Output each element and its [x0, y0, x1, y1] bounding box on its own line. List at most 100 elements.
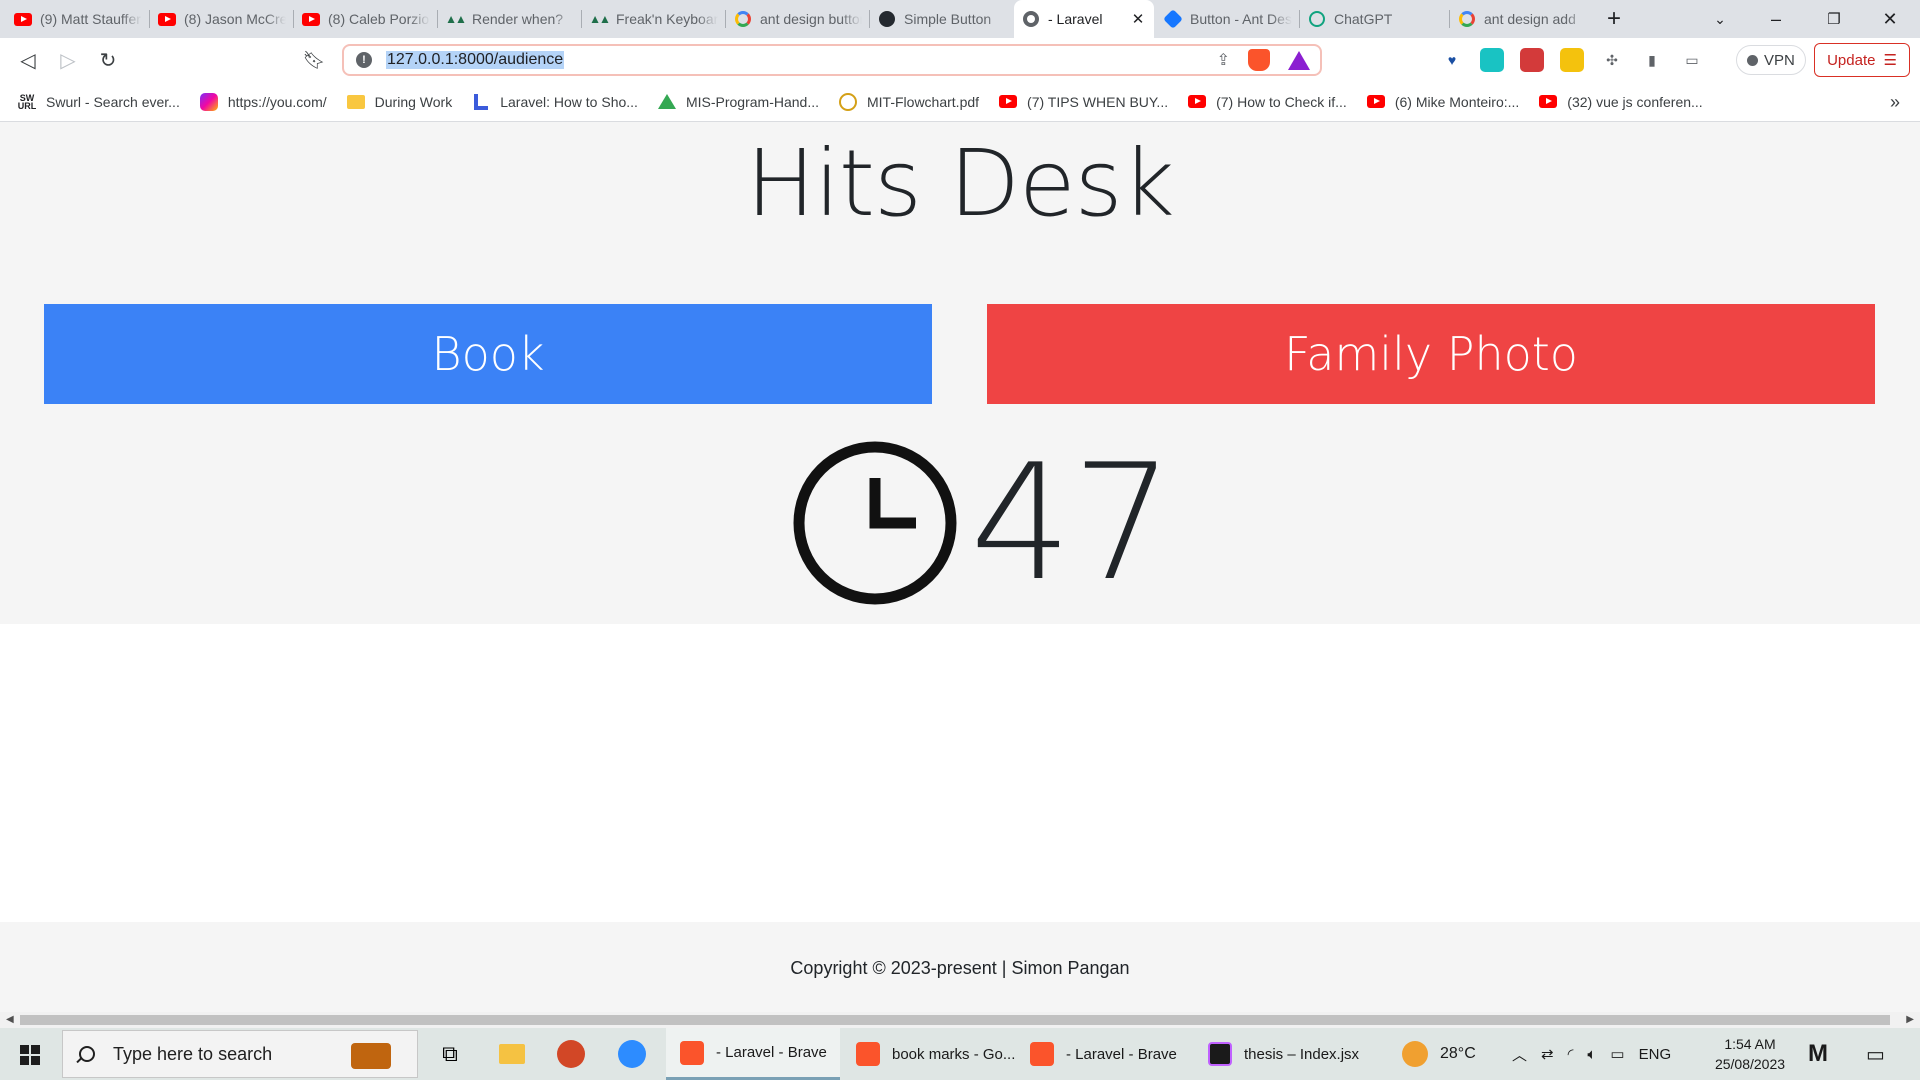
tab-title: (8) Caleb Porzio — [328, 11, 430, 27]
tab-ant-design-button[interactable]: ant design button — [726, 0, 870, 38]
tab-caleb-porzio[interactable]: (8) Caleb Porzio — [294, 0, 438, 38]
forward-arrow-icon[interactable]: ▷ — [54, 46, 82, 74]
sidebar-icon[interactable]: ▮ — [1640, 48, 1664, 72]
tab-ant-design-add[interactable]: ant design add — [1450, 0, 1594, 38]
minimize-window-button[interactable]: – — [1756, 0, 1796, 38]
scrollbar-thumb[interactable] — [20, 1015, 1890, 1025]
app-m-icon[interactable]: M — [1808, 1028, 1828, 1080]
brave-icon — [1030, 1042, 1054, 1066]
taskbar-app-bookmarks-brave[interactable]: book marks - Go... — [842, 1028, 1016, 1080]
puzzle-extensions-icon[interactable]: ✣ — [1600, 48, 1624, 72]
tab-laravel[interactable]: - Laravel ✕ — [1014, 0, 1154, 38]
tab-chatgpt[interactable]: ChatGPT — [1300, 0, 1450, 38]
heart-extension-icon[interactable]: ♥ — [1440, 48, 1464, 72]
drive-icon — [657, 93, 676, 111]
taskbar-app-laravel-brave[interactable]: - Laravel - Brave — [666, 1028, 840, 1080]
language-indicator[interactable]: ENG — [1639, 1046, 1672, 1063]
tab-jason-mccreary[interactable]: (8) Jason McCreary — [150, 0, 294, 38]
bookmark-tips-when-buying[interactable]: (7) TIPS WHEN BUY... — [999, 93, 1168, 111]
google-icon — [734, 10, 752, 28]
tab-search-chevron-icon[interactable]: ⌄ — [1700, 0, 1740, 38]
wallet-icon[interactable]: ▭ — [1680, 48, 1704, 72]
share-icon[interactable]: ⇪ — [1217, 50, 1230, 70]
close-window-button[interactable]: ✕ — [1870, 0, 1910, 38]
bookmark-vue-js-conference[interactable]: (32) vue js conferen... — [1539, 93, 1703, 111]
taskbar-app-label: - Laravel - Brave — [1066, 1045, 1177, 1063]
youtube-icon — [999, 93, 1018, 111]
horizontal-scrollbar[interactable]: ◀ ▶ — [0, 1012, 1920, 1028]
family-photo-button[interactable]: Family Photo — [987, 304, 1875, 404]
windows-start-icon[interactable] — [20, 1045, 40, 1065]
bookmark-laravel-how-to[interactable]: Laravel: How to Sho... — [472, 93, 638, 111]
taskbar-app-phpstorm[interactable]: thesis – Index.jsx — [1194, 1028, 1368, 1080]
bookmark-mit-flowchart[interactable]: MIT-Flowchart.pdf — [839, 92, 979, 111]
file-explorer-icon[interactable] — [496, 1038, 528, 1070]
bookmark-icon[interactable]: 🔖︎ — [300, 46, 328, 74]
chevron-up-icon[interactable]: ︿ — [1512, 1044, 1527, 1065]
taskbar-app-laravel-brave-2[interactable]: - Laravel - Brave — [1016, 1028, 1188, 1080]
mountain-icon: ▲▲ — [589, 12, 611, 26]
tab-title: (8) Jason McCreary — [184, 11, 286, 27]
youtube-icon — [302, 10, 320, 28]
reload-icon[interactable]: ↻ — [94, 46, 122, 74]
url-text[interactable]: 127.0.0.1:8000/audience — [386, 51, 565, 69]
swurl-icon: SW URL — [17, 92, 37, 111]
update-button[interactable]: Update ☰ — [1814, 43, 1910, 77]
zoom-icon[interactable] — [616, 1038, 648, 1070]
chat-extension-icon[interactable] — [1480, 48, 1504, 72]
battery-icon[interactable]: ▭ — [1610, 1045, 1624, 1063]
taskbar-clock[interactable]: 1:54 AM 25/08/2023 — [1700, 1034, 1800, 1074]
tab-button-ant-design[interactable]: Button - Ant Design — [1156, 0, 1300, 38]
tab-title: Freak'n Keyboard — [616, 11, 718, 27]
github-icon — [878, 10, 896, 28]
footer: Copyright © 2023-present | Simon Pangan — [0, 922, 1920, 1012]
scroll-right-icon[interactable]: ▶ — [1906, 1014, 1914, 1025]
tab-title: ant design add — [1484, 11, 1576, 27]
taskbar-app-label: book marks - Go... — [892, 1045, 1016, 1063]
more-bookmarks-button[interactable]: » — [1890, 82, 1900, 122]
new-tab-button[interactable]: + — [1594, 0, 1634, 38]
speaker-icon[interactable]: 🔈︎ — [1587, 1046, 1596, 1063]
scroll-left-icon[interactable]: ◀ — [6, 1014, 14, 1025]
google-icon — [1458, 10, 1476, 28]
back-arrow-icon[interactable]: ◁ — [14, 46, 42, 74]
bookmark-swurl[interactable]: SW URL Swurl - Search ever... — [18, 93, 180, 111]
tab-render-when[interactable]: ▲▲ Render when? — [438, 0, 582, 38]
tab-title: ant design button — [760, 11, 862, 27]
taskbar-search-box[interactable]: Type here to search — [62, 1030, 418, 1078]
system-tray: ︿ ⇄ ◜ 🔈︎ ▭ ENG — [1512, 1028, 1671, 1080]
phpstorm-icon — [1208, 1042, 1232, 1066]
tab-title: (9) Matt Stauffer — [40, 11, 141, 27]
brave-shields-icon[interactable] — [1248, 49, 1270, 71]
task-view-icon[interactable]: ⧉ — [434, 1038, 466, 1070]
bookmark-how-to-check[interactable]: (7) How to Check if... — [1188, 93, 1347, 111]
youtube-icon — [14, 10, 32, 28]
web-page: Hits Desk Book Family Photo 47 Copyright… — [0, 122, 1920, 1012]
restore-window-button[interactable]: ❐ — [1814, 0, 1854, 38]
hit-counter: 47 — [792, 440, 1174, 606]
brave-rewards-icon[interactable] — [1288, 50, 1310, 70]
weather-widget[interactable]: 28°C — [1402, 1028, 1476, 1080]
book-button[interactable]: Book — [44, 304, 932, 404]
vpn-button[interactable]: VPN — [1736, 45, 1806, 75]
tab-matt-stauffer[interactable]: (9) Matt Stauffer — [6, 0, 150, 38]
red-extension-icon[interactable] — [1520, 48, 1544, 72]
powerpoint-icon[interactable] — [555, 1038, 587, 1070]
tab-freakn-keyboard[interactable]: ▲▲ Freak'n Keyboard — [582, 0, 726, 38]
bookmarks-bar: SW URL Swurl - Search ever... https://you.… — [0, 82, 1920, 122]
tab-simple-button[interactable]: Simple Button — [870, 0, 1014, 38]
address-bar[interactable]: ! 127.0.0.1:8000/audience ⇪ — [342, 44, 1322, 76]
bookmark-mis-program[interactable]: MIS-Program-Hand... — [657, 93, 819, 111]
youtube-icon — [1366, 93, 1385, 111]
mountain-icon: ▲▲ — [445, 12, 467, 26]
bookmark-you-com[interactable]: https://you.com/ — [199, 92, 327, 111]
file-extension-icon[interactable] — [1560, 48, 1584, 72]
close-tab-icon[interactable]: ✕ — [1130, 10, 1146, 28]
briefcase-icon — [351, 1043, 391, 1069]
notification-icon[interactable]: ▭ — [1866, 1028, 1885, 1080]
bookmark-during-work[interactable]: During Work — [346, 93, 452, 111]
network-transfer-icon[interactable]: ⇄ — [1541, 1045, 1554, 1063]
wifi-icon[interactable]: ◜ — [1568, 1045, 1574, 1063]
site-info-icon[interactable]: ! — [356, 52, 372, 68]
bookmark-mike-monteiro[interactable]: (6) Mike Monteiro:... — [1366, 93, 1519, 111]
